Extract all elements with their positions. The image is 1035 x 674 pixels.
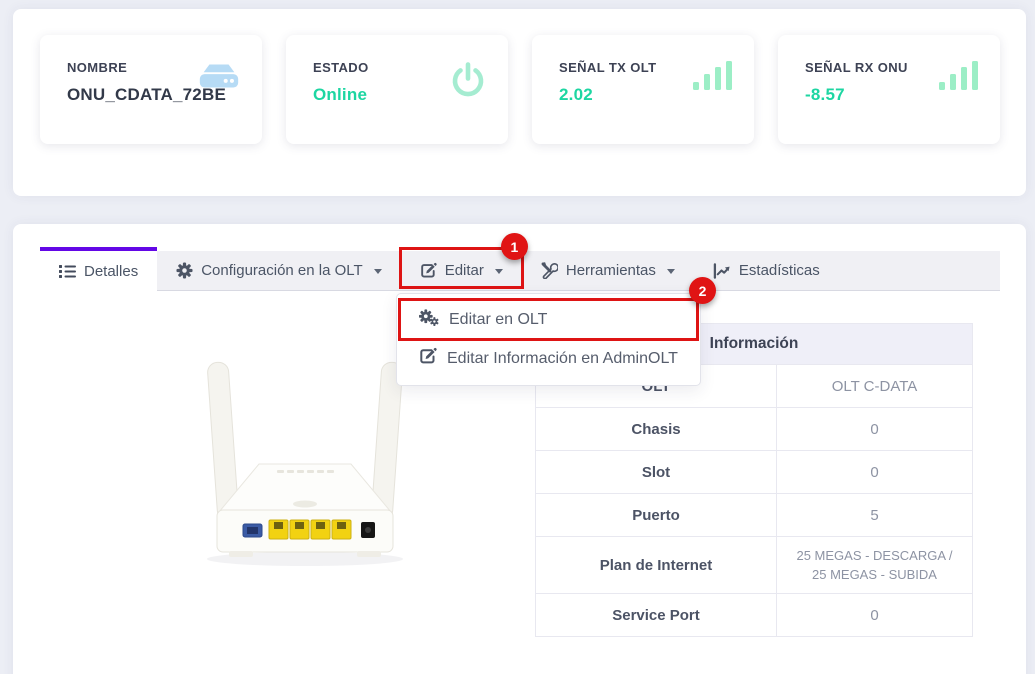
menu-item-editar-informacion-adminolt[interactable]: Editar Información en AdminOLT: [397, 339, 700, 378]
row-value: 0: [777, 594, 973, 637]
stat-card-senal-tx: SEÑAL TX OLT 2.02: [532, 35, 754, 144]
cogs-icon: [419, 309, 439, 331]
stat-card-senal-rx: SEÑAL RX ONU -8.57: [778, 35, 1000, 144]
table-row-chasis: Chasis 0: [536, 408, 973, 451]
row-value: 25 MEGAS - DESCARGA / 25 MEGAS - SUBIDA: [777, 537, 973, 594]
tab-estadisticas[interactable]: Estadísticas: [694, 251, 839, 290]
tab-detalles[interactable]: Detalles: [40, 247, 157, 291]
menu-item-label: Editar en OLT: [449, 311, 547, 329]
tab-label: Estadísticas: [739, 262, 820, 279]
menu-item-label: Editar Información en AdminOLT: [447, 350, 678, 368]
tab-label: Detalles: [84, 263, 138, 280]
power-icon: [448, 59, 488, 104]
chart-line-icon: [713, 263, 731, 279]
highlight-frame-step-2: [398, 298, 699, 341]
table-row-slot: Slot 0: [536, 451, 973, 494]
pen-square-icon: [419, 347, 437, 370]
tabbar: Detalles Configuración: [40, 251, 1000, 291]
table-row-puerto: Puerto 5: [536, 494, 973, 537]
list-icon: [59, 264, 76, 279]
tab-label: Configuración en la OLT: [201, 262, 362, 279]
row-value: OLT C-DATA: [777, 365, 973, 408]
menu-item-editar-en-olt[interactable]: Editar en OLT: [397, 301, 700, 339]
tab-editar[interactable]: Editar 1: [401, 251, 522, 290]
stats-row: NOMBRE ONU_CDATA_72BE ESTADO Online: [40, 35, 1000, 144]
tab-configuracion-olt[interactable]: Configuración en la OLT: [157, 251, 400, 290]
tab-herramientas[interactable]: Herramientas: [522, 251, 694, 290]
table-row-plan-internet: Plan de Internet 25 MEGAS - DESCARGA / 2…: [536, 537, 973, 594]
row-label: Plan de Internet: [536, 537, 777, 594]
table-row-service-port: Service Port 0: [536, 594, 973, 637]
router-icon: [196, 59, 242, 100]
row-value: 5: [777, 494, 973, 537]
gear-icon: [176, 262, 193, 279]
page: NOMBRE ONU_CDATA_72BE ESTADO Online: [0, 0, 1035, 674]
chevron-down-icon: [495, 269, 503, 274]
step-badge-1: 1: [501, 233, 528, 260]
step-badge-2: 2: [689, 277, 716, 304]
details-panel: Detalles Configuración: [13, 224, 1026, 674]
row-label: Chasis: [536, 408, 777, 451]
tab-label: Editar: [445, 262, 484, 279]
row-value: 0: [777, 451, 973, 494]
row-value: 0: [777, 408, 973, 451]
row-label: Slot: [536, 451, 777, 494]
chevron-down-icon: [667, 269, 675, 274]
signal-bars-icon: [938, 59, 980, 96]
row-label: Puerto: [536, 494, 777, 537]
wrench-screwdriver-icon: [541, 262, 558, 279]
onu-product-image: [165, 356, 445, 586]
row-label: Service Port: [536, 594, 777, 637]
tab-label: Herramientas: [566, 262, 656, 279]
stat-card-estado: ESTADO Online: [286, 35, 508, 144]
stat-card-nombre: NOMBRE ONU_CDATA_72BE: [40, 35, 262, 144]
editar-dropdown-menu: Editar en OLT Editar Información en Admi…: [396, 293, 701, 386]
signal-bars-icon: [692, 59, 734, 96]
chevron-down-icon: [374, 269, 382, 274]
pen-square-icon: [420, 262, 437, 279]
stats-panel: NOMBRE ONU_CDATA_72BE ESTADO Online: [13, 9, 1026, 196]
